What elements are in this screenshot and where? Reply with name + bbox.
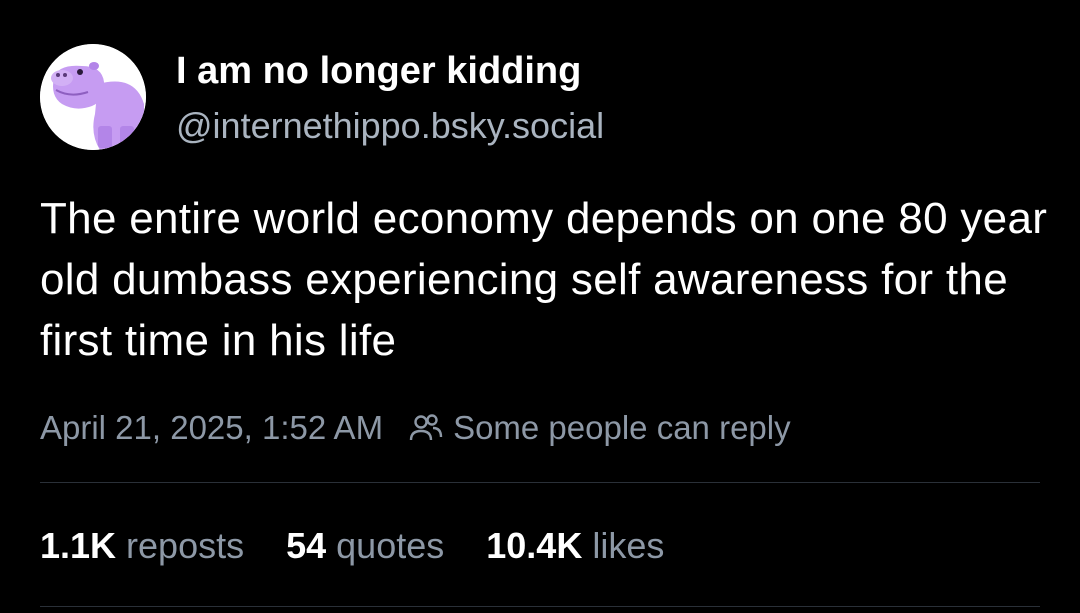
quotes-stat[interactable]: 54 quotes [286, 525, 444, 567]
author-handle[interactable]: @internethippo.bsky.social [176, 104, 604, 148]
people-icon [409, 413, 443, 443]
post-container: I am no longer kidding @internethippo.bs… [0, 0, 1080, 613]
likes-stat[interactable]: 10.4K likes [486, 525, 664, 567]
post-timestamp[interactable]: April 21, 2025, 1:52 AM [40, 409, 383, 447]
reply-setting[interactable]: Some people can reply [453, 409, 791, 447]
post-text: The entire world economy depends on one … [40, 194, 1048, 365]
hippo-avatar-icon [40, 44, 146, 150]
reposts-label: reposts [126, 525, 245, 566]
reposts-count: 1.1K [40, 525, 117, 566]
likes-label: likes [592, 525, 665, 566]
reposts-stat[interactable]: 1.1K reposts [40, 525, 244, 567]
quotes-count: 54 [286, 525, 327, 566]
divider [40, 482, 1040, 483]
likes-count: 10.4K [486, 525, 583, 566]
post-meta: April 21, 2025, 1:52 AM Some people can … [40, 406, 791, 450]
author-display-name[interactable]: I am no longer kidding [176, 48, 581, 94]
post-stats: 1.1K reposts 54 quotes 10.4K likes [40, 522, 706, 570]
quotes-label: quotes [336, 525, 445, 566]
bottom-divider [40, 606, 1040, 607]
avatar[interactable] [40, 44, 146, 150]
